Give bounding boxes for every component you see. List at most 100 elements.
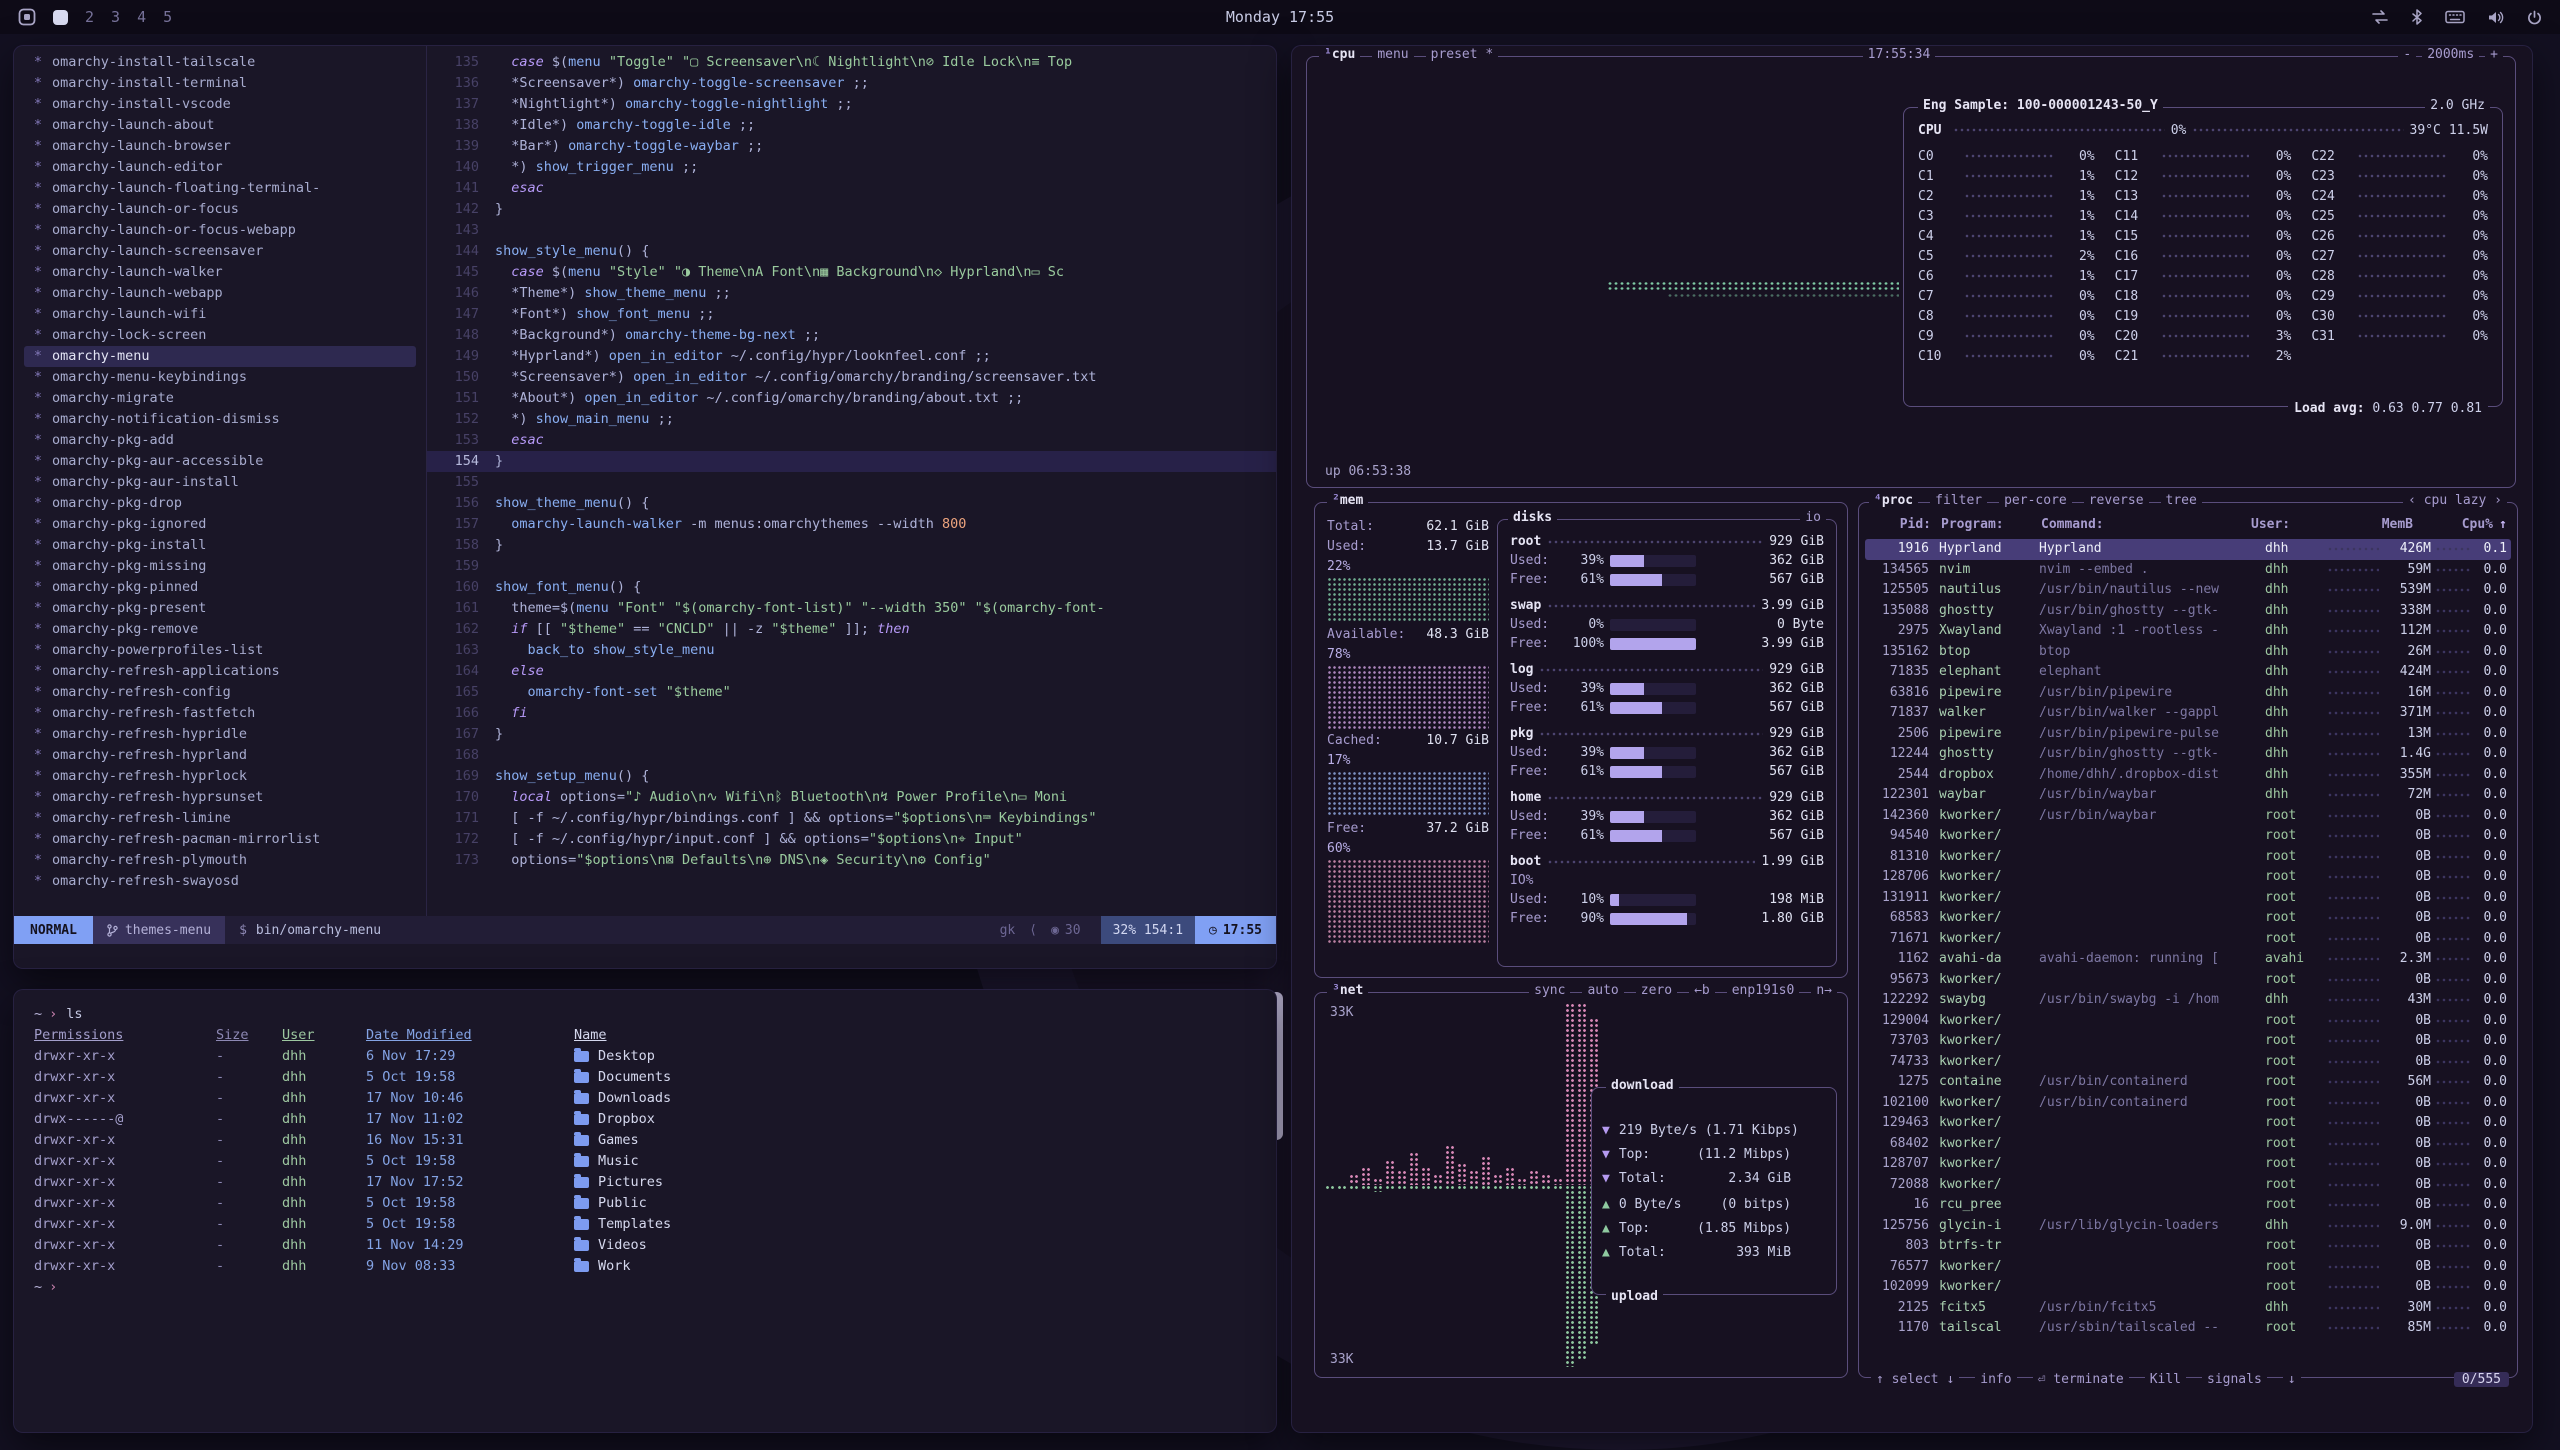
proc-row[interactable]: 95673kworker/root0B0.0	[1865, 970, 2511, 991]
file-item[interactable]: *omarchy-refresh-pacman-mirrorlist	[24, 829, 416, 850]
pid-header[interactable]: Pid:	[1869, 517, 1931, 532]
code-line-161[interactable]: 161 theme=$(menu "Font" "$(omarchy-font-…	[427, 598, 1276, 619]
file-item[interactable]: *omarchy-launch-screensaver	[24, 241, 416, 262]
workspace-5[interactable]: 5	[163, 8, 172, 26]
proc-row[interactable]: 134565nvimnvim --embed .dhh59M0.0	[1865, 560, 2511, 581]
io-mode-button[interactable]: io	[1800, 510, 1826, 525]
proc-row[interactable]: 135088ghostty/usr/bin/ghostty --gtk-dhh3…	[1865, 601, 2511, 622]
file-item[interactable]: *omarchy-pkg-remove	[24, 619, 416, 640]
proc-row[interactable]: 76577kworker/root0B0.0	[1865, 1257, 2511, 1278]
proc-row[interactable]: 2544dropbox/home/dhh/.dropbox-distdhh355…	[1865, 765, 2511, 786]
code-line-137[interactable]: 137 *Nightlight*) omarchy-toggle-nightli…	[427, 94, 1276, 115]
clock[interactable]: Monday 17:55	[1226, 8, 1334, 26]
file-item[interactable]: *omarchy-refresh-hyprland	[24, 745, 416, 766]
proc-action-info[interactable]: info	[1975, 1372, 2016, 1387]
command-header[interactable]: Command:	[2041, 517, 2251, 532]
proc-row[interactable]: 16rcu_preeroot0B0.0	[1865, 1195, 2511, 1216]
proc-row[interactable]: 2975XwaylandXwayland :1 -rootless -dhh11…	[1865, 621, 2511, 642]
prompt-line-2[interactable]: ~ ›	[34, 1277, 1256, 1298]
code-line-146[interactable]: 146 *Theme*) show_theme_menu ;;	[427, 283, 1276, 304]
workspace-3[interactable]: 3	[111, 8, 120, 26]
proc-row[interactable]: 102099kworker/root0B0.0	[1865, 1277, 2511, 1298]
file-item[interactable]: *omarchy-pkg-add	[24, 430, 416, 451]
program-header[interactable]: Program:	[1931, 517, 2041, 532]
code-line-166[interactable]: 166 fi	[427, 703, 1276, 724]
interval-increase-button[interactable]: +	[2485, 47, 2503, 62]
code-line-153[interactable]: 153 esac	[427, 430, 1276, 451]
net-auto-button[interactable]: auto	[1582, 983, 1623, 998]
code-line-135[interactable]: 135 case $(menu "Toggle" "▢ Screensaver\…	[427, 52, 1276, 73]
proc-row[interactable]: 129004kworker/root0B0.0	[1865, 1011, 2511, 1032]
file-item[interactable]: *omarchy-pkg-pinned	[24, 577, 416, 598]
proc-row[interactable]: 135162btopbtopdhh26M0.0	[1865, 642, 2511, 663]
proc-row[interactable]: 128706kworker/root0B0.0	[1865, 867, 2511, 888]
file-item[interactable]: *omarchy-notification-dismiss	[24, 409, 416, 430]
code-line-151[interactable]: 151 *About*) open_in_editor ~/.config/om…	[427, 388, 1276, 409]
code-line-138[interactable]: 138 *Idle*) omarchy-toggle-idle ;;	[427, 115, 1276, 136]
code-line-150[interactable]: 150 *Screensaver*) open_in_editor ~/.con…	[427, 367, 1276, 388]
proc-row[interactable]: 2125fcitx5/usr/bin/fcitx5dhh30M0.0	[1865, 1298, 2511, 1319]
proc-row[interactable]: 803btrfs-trroot0B0.0	[1865, 1236, 2511, 1257]
proc-row[interactable]: 12244ghostty/usr/bin/ghostty --gtk-dhh1.…	[1865, 744, 2511, 765]
code-line-143[interactable]: 143	[427, 220, 1276, 241]
file-item[interactable]: *omarchy-refresh-plymouth	[24, 850, 416, 871]
file-item[interactable]: *omarchy-refresh-hyprsunset	[24, 787, 416, 808]
proc-row[interactable]: 1275containe/usr/bin/containerdroot56M0.…	[1865, 1072, 2511, 1093]
nvim-cmdline[interactable]	[14, 944, 1276, 968]
file-item[interactable]: *omarchy-pkg-install	[24, 535, 416, 556]
file-item[interactable]: *omarchy-pkg-ignored	[24, 514, 416, 535]
code-line-141[interactable]: 141 esac	[427, 178, 1276, 199]
proc-row[interactable]: 142360kworker//usr/bin/waybarroot0B0.0	[1865, 806, 2511, 827]
code-line-136[interactable]: 136 *Screensaver*) omarchy-toggle-screen…	[427, 73, 1276, 94]
code-line-168[interactable]: 168	[427, 745, 1276, 766]
workspace-1-active[interactable]	[53, 10, 68, 25]
code-line-145[interactable]: 145 case $(menu "Style" "◑ Theme\nA Font…	[427, 262, 1276, 283]
code-line-157[interactable]: 157 omarchy-launch-walker -m menus:omarc…	[427, 514, 1276, 535]
preset-button[interactable]: preset *	[1426, 47, 1499, 62]
user-header[interactable]: User:	[2251, 517, 2309, 532]
code-line-155[interactable]: 155	[427, 472, 1276, 493]
proc-row[interactable]: 71671kworker/root0B0.0	[1865, 929, 2511, 950]
proc-action-select[interactable]: ↑ select ↓	[1871, 1372, 1959, 1387]
proc-action-kill[interactable]: Kill	[2145, 1372, 2186, 1387]
proc-row[interactable]: 128707kworker/root0B0.0	[1865, 1154, 2511, 1175]
code-line-171[interactable]: 171 [ -f ~/.config/hypr/bindings.conf ] …	[427, 808, 1276, 829]
file-item[interactable]: *omarchy-pkg-present	[24, 598, 416, 619]
proc-row[interactable]: 102100kworker//usr/bin/containerdroot0B0…	[1865, 1093, 2511, 1114]
volume-icon[interactable]	[2487, 10, 2505, 25]
file-item[interactable]: *omarchy-launch-webapp	[24, 283, 416, 304]
per-core-button[interactable]: per-core	[1999, 493, 2072, 508]
code-line-160[interactable]: 160show_font_menu() {	[427, 577, 1276, 598]
proc-row[interactable]: 71837walker/usr/bin/walker --gappldhh371…	[1865, 703, 2511, 724]
proc-row[interactable]: 81310kworker/root0B0.0	[1865, 847, 2511, 868]
proc-row[interactable]: 2506pipewire/usr/bin/pipewire-pulsedhh13…	[1865, 724, 2511, 745]
code-line-140[interactable]: 140 *) show_trigger_menu ;;	[427, 157, 1276, 178]
file-item[interactable]: *omarchy-launch-browser	[24, 136, 416, 157]
code-line-158[interactable]: 158}	[427, 535, 1276, 556]
proc-row[interactable]: 125505nautilus/usr/bin/nautilus --newdhh…	[1865, 580, 2511, 601]
code-line-154[interactable]: 154}	[427, 451, 1276, 472]
proc-row[interactable]: 122292swaybg/usr/bin/swaybg -i /homdhh43…	[1865, 990, 2511, 1011]
file-item[interactable]: *omarchy-refresh-config	[24, 682, 416, 703]
scroll-down-icon[interactable]: ↓	[2283, 1372, 2301, 1387]
proc-row[interactable]: 129463kworker/root0B0.0	[1865, 1113, 2511, 1134]
file-item[interactable]: *omarchy-launch-floating-terminal-	[24, 178, 416, 199]
file-item[interactable]: *omarchy-install-vscode	[24, 94, 416, 115]
file-item[interactable]: *omarchy-refresh-hyprlock	[24, 766, 416, 787]
proc-row[interactable]: 131911kworker/root0B0.0	[1865, 888, 2511, 909]
file-item[interactable]: *omarchy-menu-keybindings	[24, 367, 416, 388]
code-line-142[interactable]: 142}	[427, 199, 1276, 220]
proc-row[interactable]: 71835elephantelephantdhh424M0.0	[1865, 662, 2511, 683]
proc-row[interactable]: 94540kworker/root0B0.0	[1865, 826, 2511, 847]
code-editor[interactable]: 135 case $(menu "Toggle" "▢ Screensaver\…	[426, 46, 1276, 916]
proc-row[interactable]: 125756glycin-i/usr/lib/glycin-loadersdhh…	[1865, 1216, 2511, 1237]
file-item[interactable]: *omarchy-pkg-drop	[24, 493, 416, 514]
code-line-139[interactable]: 139 *Bar*) omarchy-toggle-waybar ;;	[427, 136, 1276, 157]
keyboard-icon[interactable]	[2445, 10, 2465, 24]
proc-row[interactable]: 1916HyprlandHyprlanddhh426M0.1	[1865, 539, 2511, 560]
process-list[interactable]: 1916HyprlandHyprlanddhh426M0.1134565nvim…	[1865, 539, 2511, 1355]
cpu-header[interactable]: Cpu%	[2413, 517, 2493, 532]
file-item[interactable]: *omarchy-pkg-aur-install	[24, 472, 416, 493]
file-item[interactable]: *omarchy-launch-walker	[24, 262, 416, 283]
code-line-172[interactable]: 172 [ -f ~/.config/hypr/input.conf ] && …	[427, 829, 1276, 850]
